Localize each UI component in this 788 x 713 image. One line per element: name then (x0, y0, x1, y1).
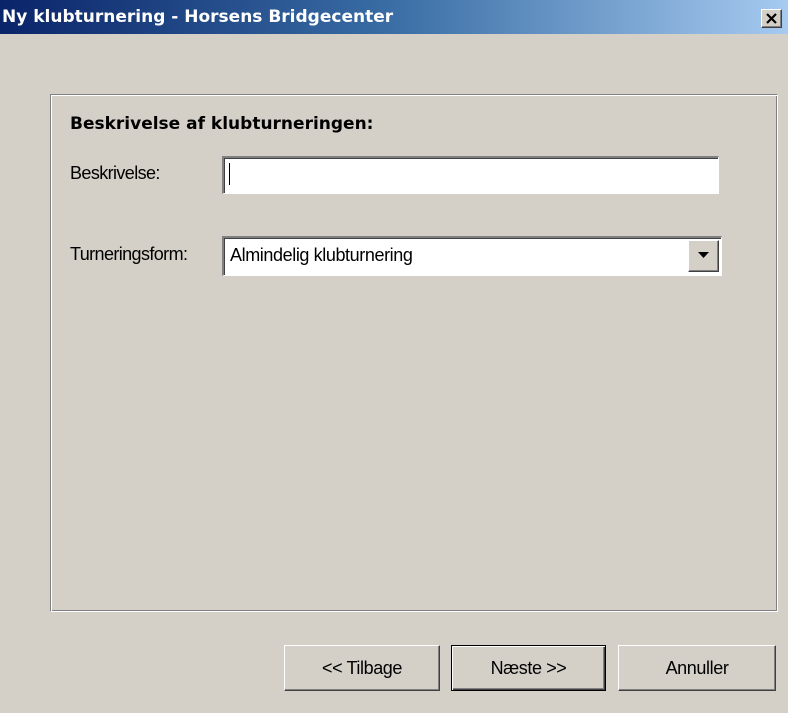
close-button[interactable] (761, 9, 782, 28)
next-button[interactable]: Næste >> (451, 645, 606, 691)
close-icon (766, 13, 777, 24)
tournament-form-select[interactable]: Almindelig klubturnering (222, 236, 722, 276)
dropdown-button[interactable] (688, 240, 719, 272)
back-button[interactable]: << Tilbage (284, 645, 440, 691)
chevron-down-icon (698, 252, 709, 258)
dialog-window: Ny klubturnering - Horsens Bridgecenter … (0, 0, 788, 713)
description-input[interactable] (222, 156, 719, 194)
group-heading: Beskrivelse af klubturneringen: (70, 114, 374, 134)
window-title: Ny klubturnering - Horsens Bridgecenter (2, 7, 394, 27)
tournament-form-selected-value: Almindelig klubturnering (230, 245, 413, 265)
description-label: Beskrivelse: (70, 163, 160, 183)
tournament-form-label: Turneringsform: (70, 244, 188, 264)
text-caret (229, 163, 230, 185)
cancel-button[interactable]: Annuller (618, 645, 776, 691)
title-bar[interactable]: Ny klubturnering - Horsens Bridgecenter (0, 0, 788, 34)
